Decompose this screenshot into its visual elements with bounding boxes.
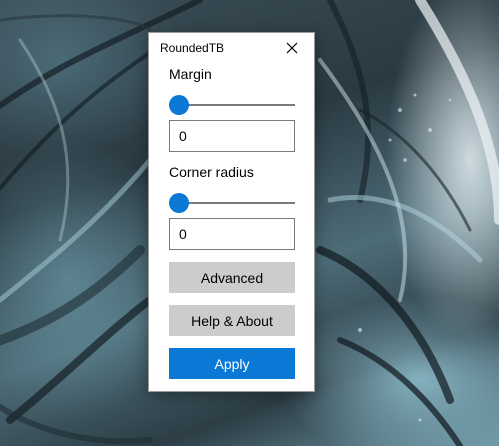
slider-thumb[interactable] xyxy=(169,95,189,115)
advanced-button[interactable]: Advanced xyxy=(169,262,295,293)
margin-slider[interactable] xyxy=(169,95,295,115)
close-button[interactable] xyxy=(270,33,314,63)
window-title: RoundedTB xyxy=(160,41,225,55)
apply-button[interactable]: Apply xyxy=(169,348,295,379)
roundedtb-window: RoundedTB Margin 0 Corner radius 0 Advan… xyxy=(148,32,315,392)
close-icon xyxy=(286,42,298,54)
slider-thumb[interactable] xyxy=(169,193,189,213)
corner-radius-input[interactable]: 0 xyxy=(169,218,295,250)
corner-radius-slider[interactable] xyxy=(169,193,295,213)
title-bar[interactable]: RoundedTB xyxy=(149,33,314,63)
corner-radius-label: Corner radius xyxy=(169,164,254,180)
help-about-button[interactable]: Help & About xyxy=(169,305,295,336)
margin-label: Margin xyxy=(169,66,212,82)
margin-input[interactable]: 0 xyxy=(169,120,295,152)
